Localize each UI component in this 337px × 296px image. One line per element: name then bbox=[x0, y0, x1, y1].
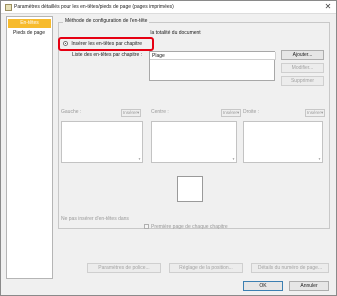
center-label: Centre : bbox=[151, 109, 169, 115]
nav-item-headers[interactable]: En-têtes bbox=[8, 19, 51, 28]
ok-button[interactable]: OK bbox=[243, 281, 283, 291]
radio-per-chapter-label: Insérer les en-têtes par chapitre bbox=[71, 41, 142, 47]
page-preview bbox=[177, 176, 203, 202]
radio-whole-document[interactable]: la totalité du document bbox=[64, 30, 201, 36]
category-list: En-têtes Pieds de page bbox=[6, 16, 53, 279]
cancel-button[interactable]: Annuler bbox=[289, 281, 329, 291]
dialog-window: Paramètres détaillés pour les en-têtes/p… bbox=[0, 0, 337, 296]
radio-whole-document-label: la totalité du document bbox=[150, 30, 201, 36]
chapter-list-label: Liste des en-têtes par chapitre : bbox=[72, 52, 143, 58]
right-insert-dropdown[interactable]: Insérer▾ bbox=[305, 109, 325, 117]
first-page-checkbox[interactable]: Première page de chaque chapitre bbox=[144, 224, 228, 230]
center-scroll-down-icon[interactable]: ▼ bbox=[232, 157, 235, 161]
left-insert-label: Insérer bbox=[123, 110, 138, 115]
left-scroll-down-icon[interactable]: ▼ bbox=[138, 157, 141, 161]
center-insert-label: Insérer bbox=[223, 110, 238, 115]
first-page-checkbox-box bbox=[144, 224, 149, 230]
exclusion-label: Ne pas insérer d'en-têtes dans bbox=[61, 216, 129, 222]
center-content-box[interactable]: ▼ bbox=[151, 121, 237, 163]
close-icon[interactable]: ✕ bbox=[323, 2, 333, 12]
nav-item-footers[interactable]: Pieds de page bbox=[8, 29, 51, 38]
delete-button[interactable]: Supprimer bbox=[281, 76, 324, 86]
modify-button[interactable]: Modifier... bbox=[281, 63, 324, 73]
left-label: Gauche : bbox=[61, 109, 82, 115]
page-number-details-button[interactable]: Détails du numéro de page... bbox=[251, 263, 329, 273]
radio-per-chapter-icon bbox=[63, 41, 68, 47]
position-settings-button[interactable]: Réglage de la position... bbox=[169, 263, 243, 273]
first-page-checkbox-label: Première page de chaque chapitre bbox=[151, 224, 228, 230]
right-label: Droite : bbox=[243, 109, 260, 115]
left-insert-dropdown[interactable]: Insérer▾ bbox=[121, 109, 141, 117]
title-bar: Paramètres détaillés pour les en-têtes/p… bbox=[1, 1, 336, 14]
method-group-label: Méthode de configuration de l'en-tête bbox=[63, 18, 150, 24]
right-content-box[interactable]: ▼ bbox=[243, 121, 323, 163]
add-button[interactable]: Ajouter... bbox=[281, 50, 324, 60]
right-insert-label: Insérer bbox=[307, 110, 322, 115]
chapter-list[interactable]: Plage bbox=[149, 51, 276, 81]
font-settings-button[interactable]: Paramètres de police... bbox=[87, 263, 161, 273]
right-scroll-down-icon[interactable]: ▼ bbox=[318, 157, 321, 161]
left-content-box[interactable]: ▼ bbox=[61, 121, 143, 163]
window-title: Paramètres détaillés pour les en-têtes/p… bbox=[14, 4, 174, 10]
app-icon bbox=[5, 4, 12, 11]
radio-per-chapter[interactable]: Insérer les en-têtes par chapitre bbox=[63, 41, 142, 47]
center-insert-dropdown[interactable]: Insérer▾ bbox=[221, 109, 241, 117]
list-column-range[interactable]: Plage bbox=[150, 52, 276, 60]
